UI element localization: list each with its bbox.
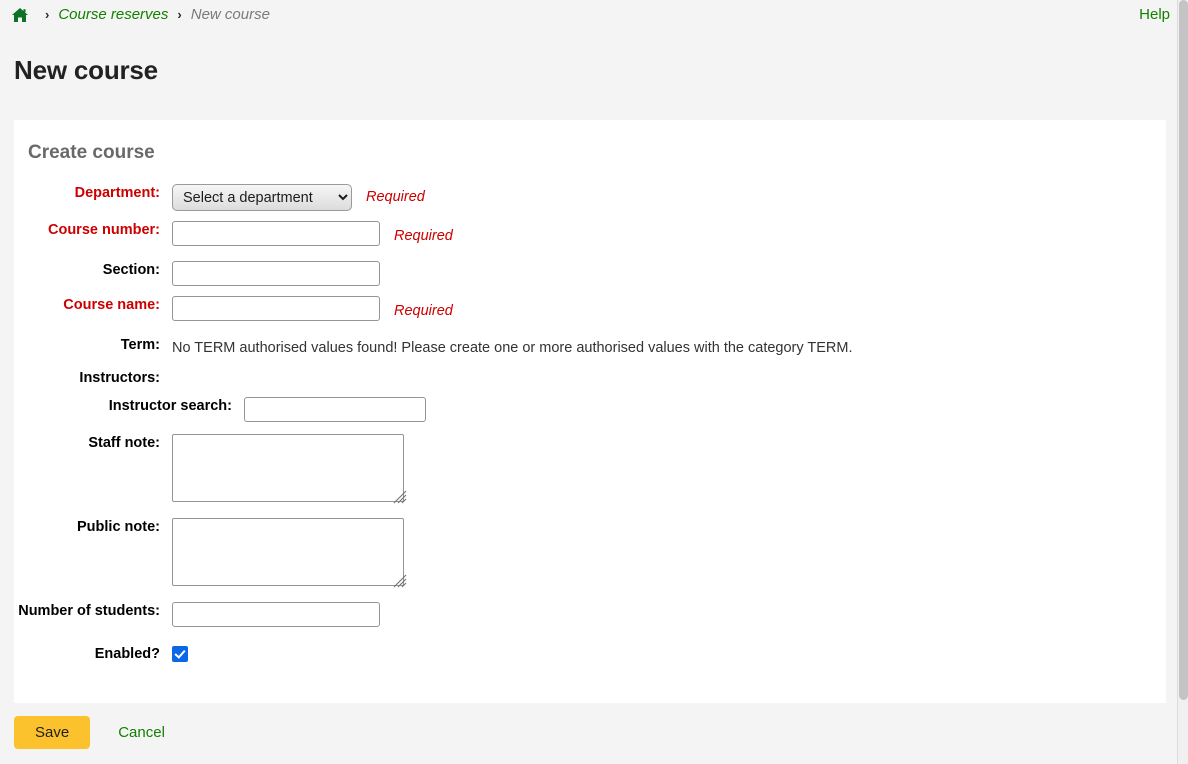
- label-instructors: Instructors:: [14, 369, 172, 388]
- create-course-form: Department: Select a department Required…: [14, 164, 1166, 664]
- public-note-wrapper: [172, 518, 404, 586]
- section-input[interactable]: [172, 261, 380, 286]
- instructor-search-input[interactable]: [244, 397, 426, 422]
- form-action-bar: Save Cancel: [14, 716, 165, 749]
- course-number-input[interactable]: [172, 221, 380, 246]
- breadcrumb-link-course-reserves[interactable]: Course reserves: [58, 6, 168, 23]
- public-note-textarea[interactable]: [172, 518, 404, 586]
- page-scrollbar-thumb[interactable]: [1179, 0, 1188, 700]
- number-of-students-input[interactable]: [172, 602, 380, 627]
- breadcrumb-current-new-course: New course: [191, 6, 270, 23]
- help-link[interactable]: Help: [1139, 6, 1176, 23]
- home-icon[interactable]: [10, 5, 30, 25]
- label-public-note: Public note:: [14, 518, 172, 537]
- breadcrumb: › Course reserves › New course Help: [0, 0, 1188, 29]
- save-button[interactable]: Save: [14, 716, 90, 749]
- enabled-checkbox[interactable]: [172, 646, 188, 662]
- department-required-hint: Required: [366, 184, 425, 211]
- form-row-department: Department: Select a department Required: [14, 184, 1166, 211]
- cancel-link[interactable]: Cancel: [118, 724, 165, 741]
- course-number-required-hint: Required: [394, 221, 453, 251]
- form-row-course-number: Course number: Required: [14, 221, 1166, 251]
- page-scrollbar[interactable]: [1177, 0, 1188, 764]
- label-instructor-search: Instructor search:: [14, 397, 244, 416]
- staff-note-textarea[interactable]: [172, 434, 404, 502]
- form-row-enabled: Enabled?: [14, 645, 1166, 664]
- form-row-public-note: Public note:: [14, 518, 1166, 586]
- card-legend: Create course: [14, 120, 1166, 164]
- label-section: Section:: [14, 261, 172, 280]
- label-course-name: Course name:: [14, 296, 172, 315]
- label-number-of-students: Number of students:: [14, 602, 172, 621]
- label-staff-note: Staff note:: [14, 434, 172, 453]
- course-name-input[interactable]: [172, 296, 380, 321]
- breadcrumb-separator-2: ›: [177, 8, 181, 21]
- create-course-card: Create course Department: Select a depar…: [14, 120, 1166, 703]
- label-term: Term:: [14, 336, 172, 355]
- label-department: Department:: [14, 184, 172, 203]
- page-title: New course: [0, 29, 1188, 86]
- form-row-instructors: Instructors:: [14, 369, 1166, 388]
- staff-note-wrapper: [172, 434, 404, 502]
- label-course-number: Course number:: [14, 221, 172, 240]
- form-row-section: Section:: [14, 261, 1166, 286]
- department-select[interactable]: Select a department: [172, 184, 352, 211]
- course-name-required-hint: Required: [394, 296, 453, 326]
- form-row-term: Term: No TERM authorised values found! P…: [14, 336, 1166, 359]
- form-row-staff-note: Staff note:: [14, 434, 1166, 502]
- term-message: No TERM authorised values found! Please …: [172, 336, 853, 359]
- form-row-number-of-students: Number of students:: [14, 602, 1166, 627]
- label-enabled: Enabled?: [14, 645, 172, 664]
- form-row-course-name: Course name: Required: [14, 296, 1166, 326]
- breadcrumb-separator-1: ›: [45, 8, 49, 21]
- form-row-instructor-search: Instructor search:: [14, 397, 1166, 422]
